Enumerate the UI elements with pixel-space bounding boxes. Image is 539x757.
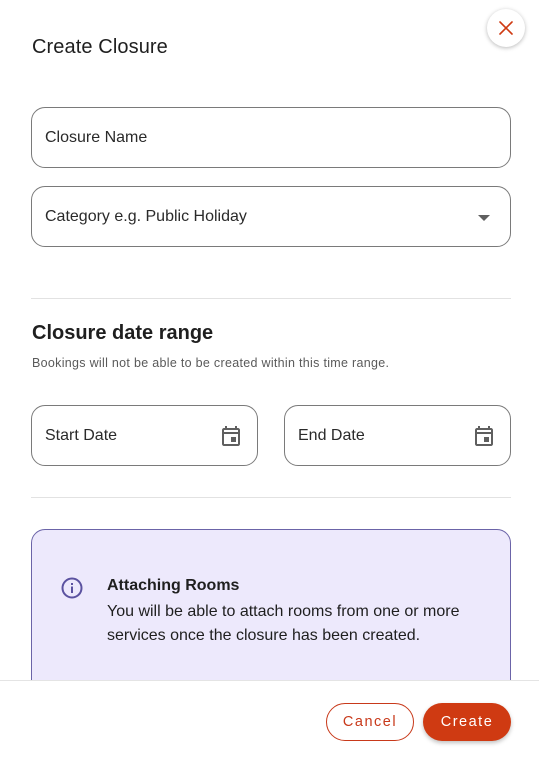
- info-heading: Attaching Rooms: [107, 577, 240, 594]
- start-date-field[interactable]: Start Date: [31, 405, 258, 466]
- calendar-icon[interactable]: [472, 424, 496, 448]
- section-divider: [31, 497, 511, 498]
- close-icon: [499, 21, 513, 35]
- chevron-down-icon: [478, 215, 490, 221]
- dialog-title: Create Closure: [32, 36, 168, 58]
- info-body: You will be able to attach rooms from on…: [107, 603, 460, 644]
- dialog-footer: Cancel Create: [0, 680, 539, 757]
- closure-name-label: Closure Name: [45, 128, 148, 146]
- category-label: Category e.g. Public Holiday: [45, 207, 247, 225]
- closure-name-field[interactable]: Closure Name: [31, 107, 511, 168]
- category-select[interactable]: Category e.g. Public Holiday: [31, 186, 511, 247]
- calendar-icon[interactable]: [219, 424, 243, 448]
- date-range-subtitle: Bookings will not be able to be created …: [32, 356, 390, 370]
- create-closure-dialog: Create Closure Closure Name Category e.g…: [0, 0, 539, 757]
- section-divider: [31, 298, 511, 299]
- cancel-button[interactable]: Cancel: [326, 703, 414, 741]
- start-date-label: Start Date: [45, 426, 118, 444]
- close-button[interactable]: [487, 9, 525, 47]
- end-date-field[interactable]: End Date: [284, 405, 511, 466]
- end-date-label: End Date: [298, 426, 365, 444]
- date-range-title: Closure date range: [32, 322, 214, 344]
- info-icon: [61, 577, 83, 599]
- attaching-rooms-info: Attaching Rooms You will be able to atta…: [31, 529, 511, 699]
- create-button[interactable]: Create: [423, 703, 511, 741]
